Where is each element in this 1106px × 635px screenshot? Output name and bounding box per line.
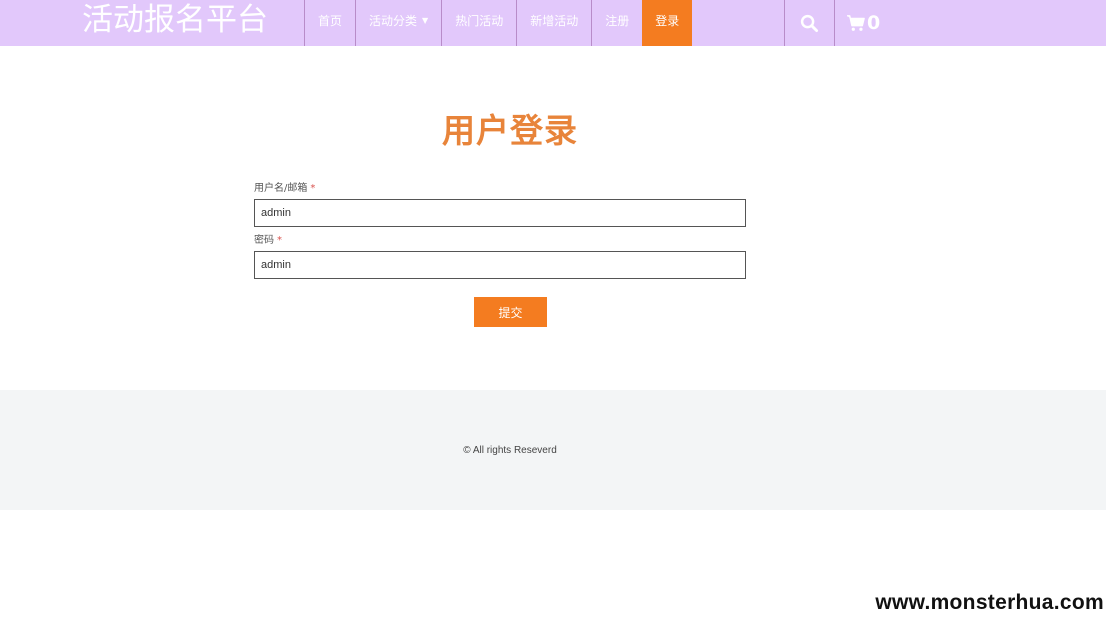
footer: © All rights Reseverd bbox=[0, 390, 1106, 510]
submit-button[interactable]: 提交 bbox=[474, 297, 547, 327]
nav-item-home[interactable]: 首页 bbox=[304, 0, 355, 46]
cart-icon bbox=[847, 15, 865, 31]
password-label-text: 密码 bbox=[254, 235, 274, 246]
nav-item-popular[interactable]: 热门活动 bbox=[441, 0, 516, 46]
nav-item-label: 注册 bbox=[605, 14, 630, 28]
nav-item-label: 热门活动 bbox=[455, 14, 504, 28]
cart-count: 0 bbox=[867, 12, 881, 34]
copyright-text: © All rights Reseverd bbox=[463, 445, 557, 456]
nav-item-categories[interactable]: 活动分类 ▼ bbox=[355, 0, 441, 46]
login-form: 用户名/邮箱* 密码* bbox=[254, 183, 746, 279]
brand-logo[interactable]: 活动报名平台 bbox=[82, 0, 268, 46]
top-navbar: 活动报名平台 首页 活动分类 ▼ 热门活动 新增活动 注册 登录 0 bbox=[0, 0, 1106, 46]
password-input[interactable] bbox=[254, 251, 746, 279]
nav-item-label: 登录 bbox=[655, 14, 680, 28]
username-label-text: 用户名/邮箱 bbox=[254, 183, 308, 194]
nav-item-login[interactable]: 登录 bbox=[642, 0, 693, 46]
watermark-text: www.monsterhua.com bbox=[875, 591, 1104, 614]
main-nav: 首页 活动分类 ▼ 热门活动 新增活动 注册 登录 bbox=[304, 0, 693, 46]
search-icon bbox=[800, 14, 819, 32]
nav-item-register[interactable]: 注册 bbox=[591, 0, 642, 46]
page-title: 用户登录 bbox=[442, 111, 578, 150]
username-input[interactable] bbox=[254, 199, 746, 227]
cart-button[interactable]: 0 bbox=[846, 0, 886, 46]
caret-down-icon: ▼ bbox=[422, 16, 429, 25]
required-mark: * bbox=[310, 183, 316, 194]
username-label: 用户名/邮箱 * bbox=[254, 183, 746, 195]
password-label: 密码 * bbox=[254, 235, 746, 247]
nav-item-label: 首页 bbox=[318, 14, 343, 28]
nav-item-label: 活动分类 bbox=[369, 14, 418, 28]
search-button[interactable] bbox=[784, 0, 835, 46]
required-mark: * bbox=[277, 235, 282, 246]
nav-item-new-activity[interactable]: 新增活动 bbox=[516, 0, 591, 46]
nav-item-label: 新增活动 bbox=[530, 14, 579, 28]
